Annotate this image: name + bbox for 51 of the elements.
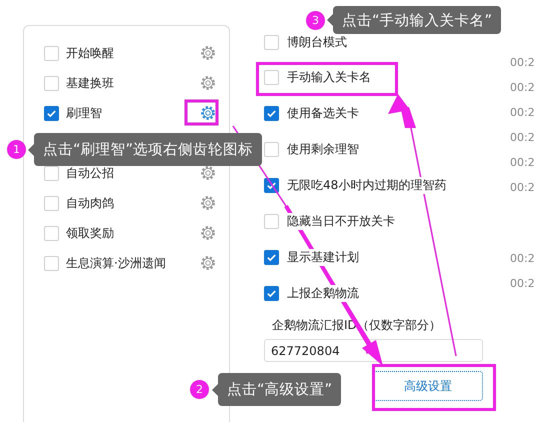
check-icon bbox=[266, 252, 277, 262]
task-label: 生息演算·沙洲遗闻 bbox=[66, 254, 167, 272]
option-label: 显示基建计划 bbox=[287, 248, 359, 266]
time-text: 00:2 bbox=[510, 276, 535, 292]
check-icon bbox=[266, 108, 277, 118]
highlight-frame bbox=[184, 100, 218, 126]
step-badge: 3 bbox=[306, 11, 325, 30]
step-badge: 2 bbox=[190, 380, 209, 399]
step-badge: 1 bbox=[7, 140, 26, 159]
time-text: 00:2 bbox=[510, 130, 535, 146]
option-label: 使用备选关卡 bbox=[287, 104, 359, 122]
callout: 点击“刷理智”选项右侧齿轮图标 bbox=[34, 133, 262, 166]
task-label: 基建换班 bbox=[66, 74, 115, 92]
task-label: 自动肉鸽 bbox=[66, 194, 115, 212]
input-field[interactable]: 627720804 bbox=[264, 339, 483, 362]
option-label: 手动输入关卡名 bbox=[287, 68, 371, 86]
option-label: 博朗台模式 bbox=[287, 34, 347, 50]
callout: 点击“手动输入关卡名” bbox=[333, 6, 502, 34]
task-label: 刷理智 bbox=[66, 104, 103, 122]
option-label: 隐藏当日不开放关卡 bbox=[287, 212, 395, 230]
settings-icon[interactable] bbox=[199, 104, 217, 122]
settings-icon[interactable] bbox=[199, 44, 217, 62]
callout-pointer bbox=[212, 384, 218, 396]
time-text: 00:2 bbox=[510, 105, 535, 121]
time-text: 00:2 bbox=[510, 155, 535, 171]
check-icon bbox=[266, 288, 277, 298]
settings-icon[interactable] bbox=[199, 74, 217, 92]
settings-icon[interactable] bbox=[199, 164, 217, 182]
time-text: 00:2 bbox=[510, 180, 535, 196]
callout: 点击“高级设置” bbox=[218, 373, 342, 406]
option-label: 使用剩余理智 bbox=[287, 140, 359, 158]
time-text: 00:2 bbox=[510, 80, 535, 96]
advanced-settings-button[interactable]: 高级设置 bbox=[373, 371, 483, 401]
option-label: 无限吃48小时内过期的理智药 bbox=[287, 176, 446, 194]
option-label: 上报企鹅物流 bbox=[287, 284, 359, 302]
settings-icon[interactable] bbox=[199, 194, 217, 212]
checkbox[interactable] bbox=[264, 286, 279, 300]
task-label: 自动公招 bbox=[66, 164, 115, 182]
task-label: 开始唤醒 bbox=[66, 44, 115, 62]
check-icon bbox=[266, 180, 277, 190]
callout-pointer bbox=[28, 144, 34, 156]
check-icon bbox=[46, 108, 57, 118]
checkbox[interactable] bbox=[44, 106, 59, 120]
checkbox[interactable] bbox=[264, 250, 279, 264]
time-text: 00:2 bbox=[510, 251, 535, 267]
callout-pointer bbox=[327, 14, 333, 26]
settings-icon[interactable] bbox=[199, 224, 217, 242]
checkbox[interactable] bbox=[264, 106, 279, 120]
settings-icon[interactable] bbox=[199, 254, 217, 272]
task-label: 领取奖励 bbox=[66, 224, 115, 242]
time-text: 00:2 bbox=[510, 55, 535, 71]
